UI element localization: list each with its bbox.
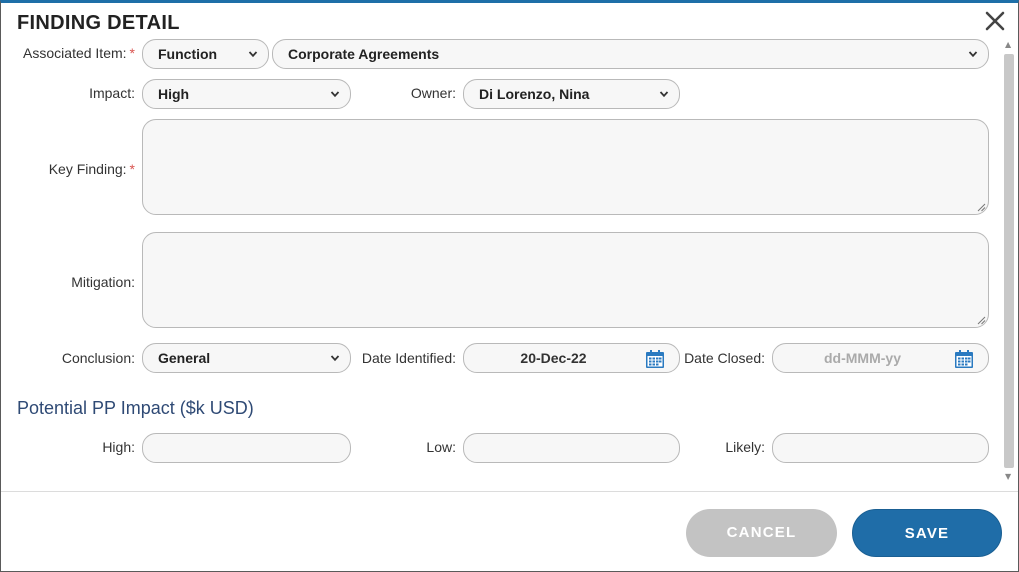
scroll-up-arrow-icon[interactable]: ▲ <box>1005 40 1011 49</box>
impact-low-label: Low: <box>426 439 456 455</box>
impact-high-input[interactable] <box>142 433 351 463</box>
chevron-down-icon <box>968 51 978 58</box>
calendar-icon[interactable] <box>954 349 974 369</box>
key-finding-textarea[interactable] <box>142 119 989 215</box>
associated-item-select[interactable]: Corporate Agreements <box>272 39 989 69</box>
date-identified-input[interactable]: 20-Dec-22 <box>463 343 680 373</box>
chevron-down-icon <box>659 91 669 98</box>
required-mark: * <box>129 45 135 61</box>
date-identified-value: 20-Dec-22 <box>520 350 587 366</box>
impact-likely-input[interactable] <box>772 433 989 463</box>
date-closed-input[interactable]: dd-MMM-yy <box>772 343 989 373</box>
impact-select[interactable]: High <box>142 79 351 109</box>
form-scroll-area: Associated Item: * Function Corporate Agr… <box>1 38 1018 488</box>
chevron-down-icon <box>330 355 340 362</box>
associated-item-value: Corporate Agreements <box>288 46 440 62</box>
required-mark: * <box>129 161 135 177</box>
resize-grip-icon[interactable] <box>977 316 986 325</box>
conclusion-value: General <box>158 350 211 366</box>
date-identified-label: Date Identified: <box>361 350 456 366</box>
footer-divider <box>1 491 1018 492</box>
associated-item-label: Associated Item: * <box>9 45 135 61</box>
chevron-down-icon <box>248 51 258 58</box>
conclusion-label: Conclusion: <box>61 350 135 366</box>
mitigation-label: Mitigation: <box>71 274 135 290</box>
key-finding-label: Key Finding: * <box>9 161 135 177</box>
resize-grip-icon[interactable] <box>977 203 986 212</box>
date-closed-placeholder: dd-MMM-yy <box>824 350 901 366</box>
owner-label: Owner: <box>410 85 456 101</box>
close-icon[interactable] <box>983 9 1007 33</box>
potential-impact-heading: Potential PP Impact ($k USD) <box>17 398 254 418</box>
impact-likely-label: Likely: <box>725 439 765 455</box>
impact-low-input[interactable] <box>463 433 680 463</box>
calendar-icon[interactable] <box>645 349 665 369</box>
associated-item-type-select[interactable]: Function <box>142 39 269 69</box>
impact-high-label: High: <box>102 439 135 455</box>
impact-value: High <box>158 86 190 102</box>
associated-item-type-value: Function <box>158 46 218 62</box>
scrollbar-thumb[interactable] <box>1004 54 1014 468</box>
finding-detail-dialog: FINDING DETAIL Associated Item: * Functio… <box>0 0 1019 572</box>
owner-select[interactable]: Di Lorenzo, Nina <box>463 79 680 109</box>
date-closed-label: Date Closed: <box>684 350 765 366</box>
cancel-button[interactable]: CANCEL <box>686 509 837 557</box>
owner-value: Di Lorenzo, Nina <box>479 86 590 102</box>
dialog-title: FINDING DETAIL <box>17 12 180 34</box>
impact-label: Impact: <box>89 85 135 101</box>
conclusion-select[interactable]: General <box>142 343 351 373</box>
scroll-down-arrow-icon[interactable]: ▼ <box>1005 472 1011 481</box>
chevron-down-icon <box>330 91 340 98</box>
scrollbar[interactable]: ▲ ▼ <box>1002 38 1016 488</box>
associated-item-label-text: Associated Item: <box>23 45 127 61</box>
mitigation-textarea[interactable] <box>142 232 989 328</box>
key-finding-label-text: Key Finding: <box>48 161 127 177</box>
save-button[interactable]: SAVE <box>852 509 1002 557</box>
